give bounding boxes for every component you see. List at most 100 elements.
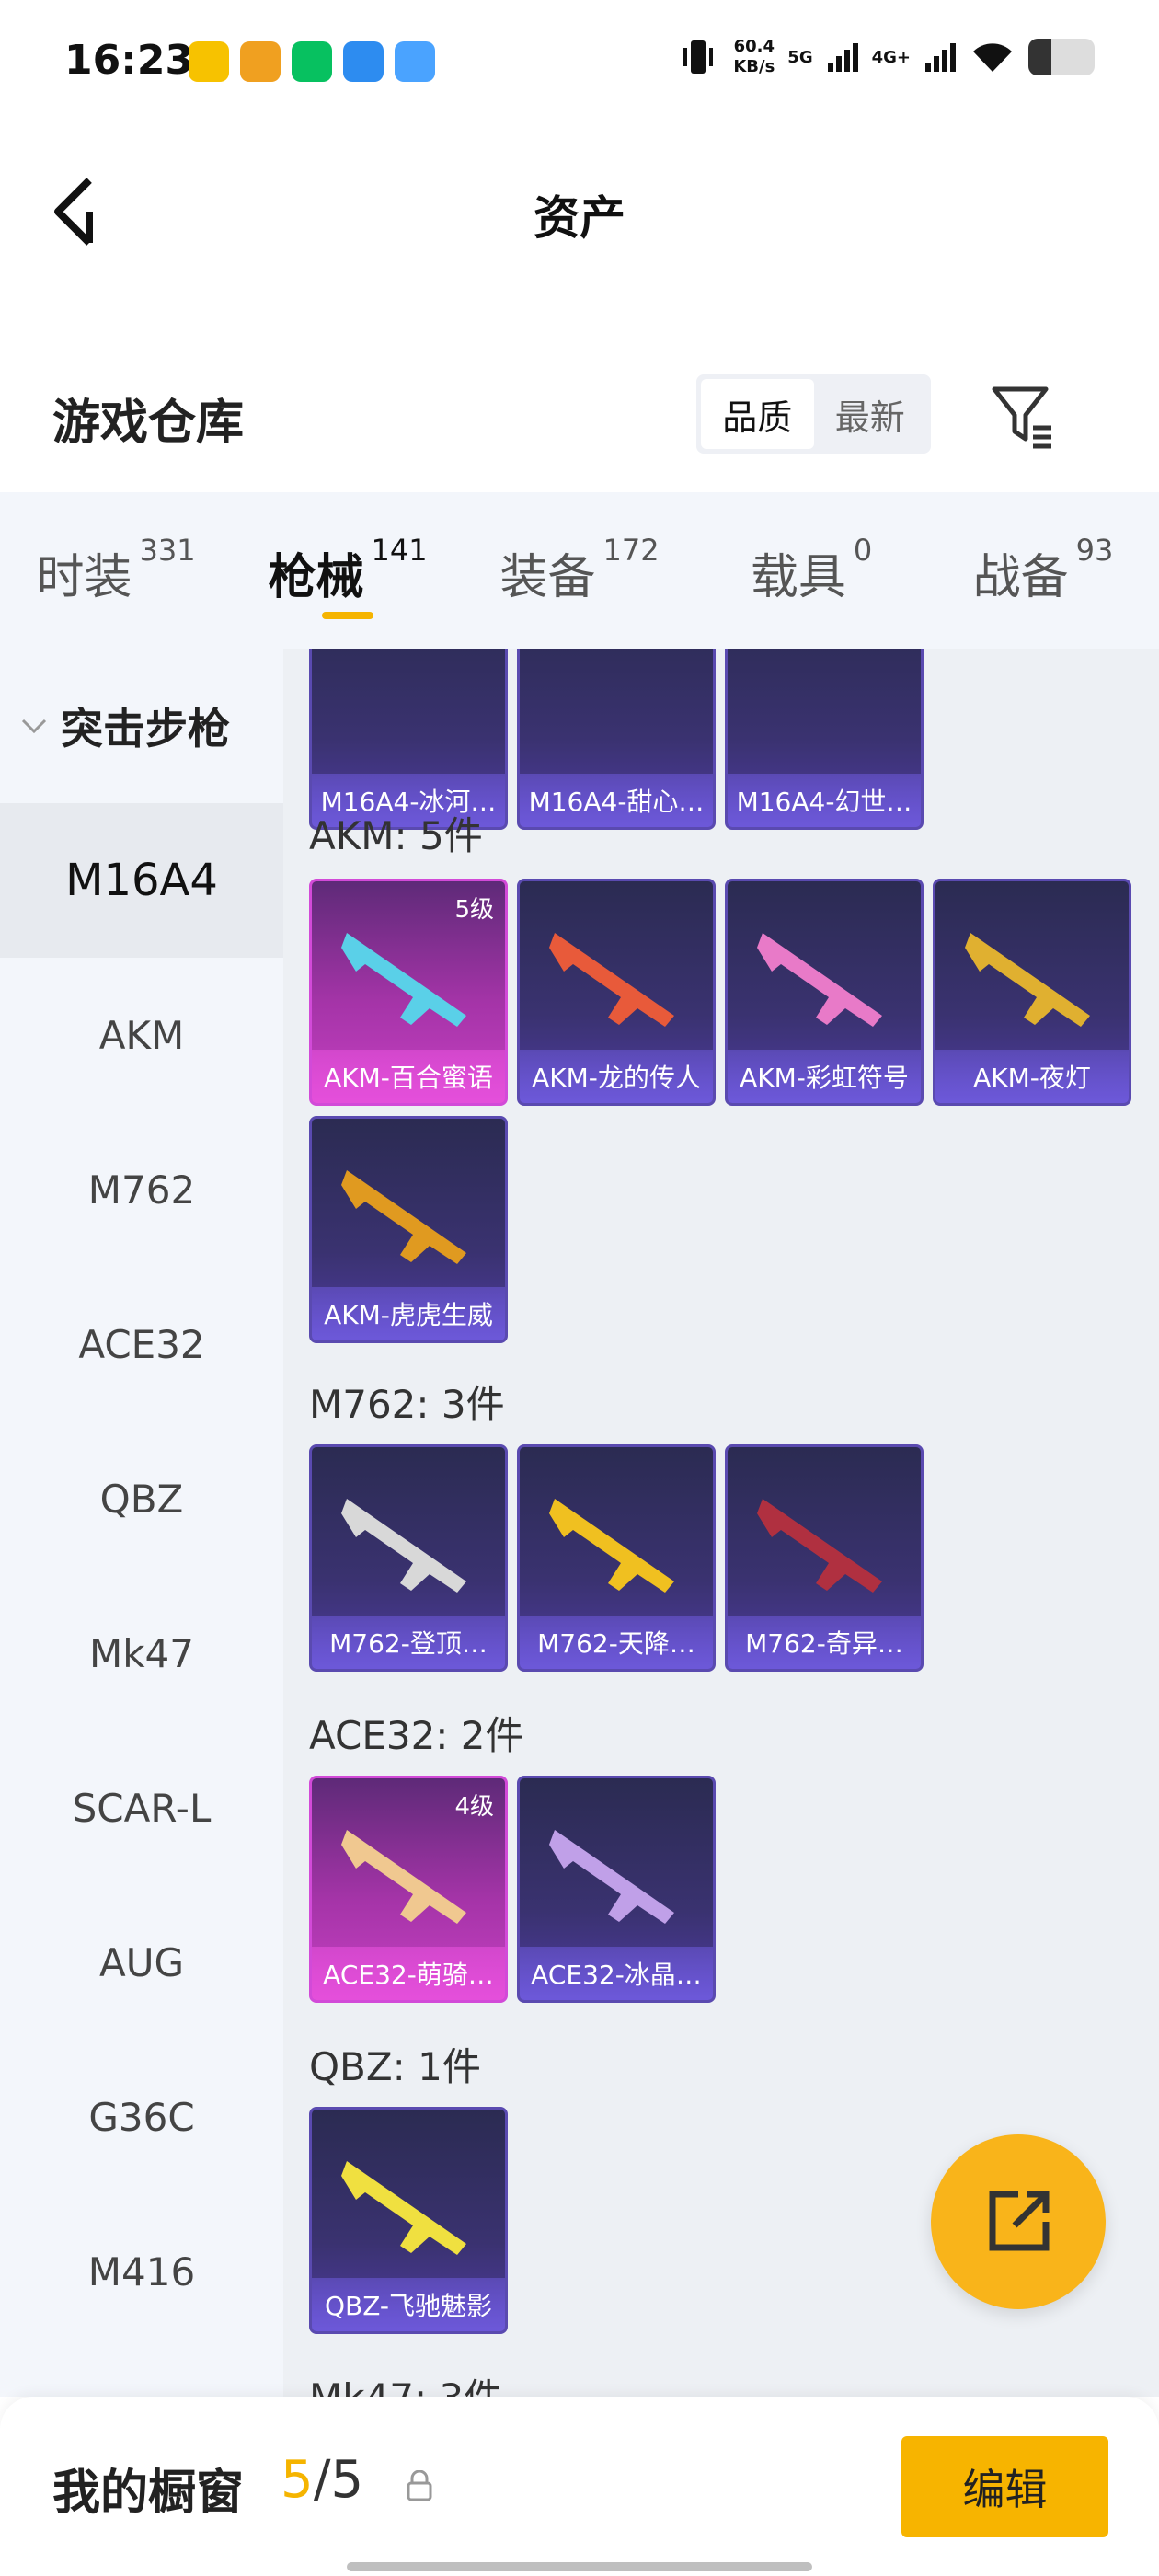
skin-card[interactable]: 5级 AKM-百合蜜语 (309, 879, 508, 1106)
rifle-skin-image (549, 1499, 674, 1593)
sidebar-item-m16a4[interactable]: M16A4 (0, 803, 283, 958)
sidebar-group-assault-rifle[interactable]: 突击步枪 (0, 649, 283, 803)
tab-label: 时装 (36, 550, 132, 605)
sidebar-group-label: 突击步枪 (61, 704, 230, 753)
skin-card[interactable]: ACE32-冰晶… (517, 1776, 716, 2003)
page-title: 资产 (534, 191, 625, 245)
skin-card[interactable]: M762-奇异… (725, 1444, 924, 1672)
tab-combat-gear[interactable]: 战备 93 (927, 492, 1159, 649)
sidebar-item-akm[interactable]: AKM (0, 958, 283, 1112)
tab-equipment[interactable]: 装备 172 (464, 492, 695, 649)
skin-card[interactable]: M762-天降… (517, 1444, 716, 1672)
warehouse-header: 游戏仓库 品质 最新 (0, 363, 1159, 492)
sidebar-item-aug[interactable]: AUG (0, 1885, 283, 2040)
skin-card[interactable]: M762-登顶… (309, 1444, 508, 1672)
tab-count: 331 (139, 533, 196, 568)
skin-card[interactable]: 4级 ACE32-萌骑… (309, 1776, 508, 2003)
chevron-down-icon (21, 719, 47, 734)
home-indicator[interactable] (347, 2562, 812, 2571)
tab-count: 172 (602, 533, 660, 568)
rifle-skin-image (341, 1170, 466, 1264)
sort-toggle: 品质 最新 (696, 374, 931, 454)
net-speed: 60.4 KB/s (733, 37, 775, 77)
showcase-max: 5 (330, 2450, 364, 2510)
sidebar-item-scar-l[interactable]: SCAR-L (0, 1731, 283, 1885)
filter-icon (992, 386, 1051, 449)
tab-label: 战备 (972, 550, 1069, 605)
weapon-type-sidebar: 突击步枪 M16A4 AKM M762 ACE32 QBZ Mk47 SCAR-… (0, 649, 283, 2397)
store-icon (240, 41, 281, 82)
battery-fill (1028, 39, 1052, 75)
sidebar-item-mk47[interactable]: Mk47 (0, 1576, 283, 1731)
status-bar: 16:23 60.4 KB/s 5G 4G+ (0, 0, 1159, 124)
skin-name: AKM-龙的传人 (520, 1050, 713, 1103)
showcase-separator: / (313, 2450, 331, 2510)
section-title-ace32: ACE32: 2件 (309, 1713, 524, 1758)
tab-count: 0 (853, 533, 873, 568)
battery-icon (1028, 39, 1095, 75)
rifle-skin-image (757, 933, 882, 1027)
wifi-icon (973, 43, 1012, 72)
showcase-label: 我的橱窗 (52, 2466, 245, 2521)
app-screen: 16:23 60.4 KB/s 5G 4G+ 资产 游戏仓库 品质 最新 时装 … (0, 0, 1159, 2576)
signal-icon (827, 43, 858, 72)
vibrate-icon (683, 40, 714, 74)
skin-name: AKM-百合蜜语 (312, 1050, 505, 1103)
rifle-skin-image (341, 1830, 466, 1924)
tab-count: 141 (371, 533, 428, 568)
skin-card[interactable]: M16A4-甜心… (517, 649, 716, 830)
sidebar-item-ace32[interactable]: ACE32 (0, 1267, 283, 1421)
skin-name: M16A4-幻世… (728, 774, 921, 827)
share-icon (989, 2191, 1050, 2251)
skin-card[interactable]: M16A4-冰河… (309, 649, 508, 830)
section-title-qbz: QBZ: 1件 (309, 2044, 481, 2089)
signal-5g-label: 5G (787, 47, 813, 67)
showcase-count: 5/5 (281, 2450, 363, 2510)
tab-guns[interactable]: 枪械 141 (232, 492, 464, 649)
sidebar-item-g36c[interactable]: G36C (0, 2040, 283, 2194)
skin-card[interactable]: M16A4-幻世… (725, 649, 924, 830)
lock-icon[interactable] (405, 2470, 434, 2501)
rifle-skin-image (341, 933, 466, 1027)
skin-name: AKM-夜灯 (935, 1050, 1129, 1103)
section-title-akm: AKM: 5件 (309, 813, 483, 858)
rifle-skin-image (341, 1499, 466, 1593)
rifle-skin-image (757, 1499, 882, 1593)
rifle-skin-image (549, 1830, 674, 1924)
skin-name: AKM-彩虹符号 (728, 1050, 921, 1103)
gallery-icon (395, 41, 435, 82)
game-center-icon (189, 41, 229, 82)
skin-card[interactable]: AKM-虎虎生威 (309, 1116, 508, 1343)
signal-icon-2 (925, 43, 956, 72)
skin-name: ACE32-萌骑… (312, 1947, 505, 2000)
edit-button[interactable]: 编辑 (901, 2436, 1108, 2537)
skin-name: AKM-虎虎生威 (312, 1287, 505, 1340)
sidebar-item-m416[interactable]: M416 (0, 2194, 283, 2349)
skin-name: QBZ-飞驰魅影 (312, 2278, 505, 2331)
signal-4g-label: 4G+ (871, 47, 911, 67)
filter-button[interactable] (989, 382, 1058, 451)
skin-name: M762-天降… (520, 1616, 713, 1669)
wechat-icon (292, 41, 332, 82)
sidebar-item-m762[interactable]: M762 (0, 1112, 283, 1267)
status-time: 16:23 (64, 37, 194, 84)
skin-name: M762-奇异… (728, 1616, 921, 1669)
net-speed-value: 60.4 (733, 37, 775, 56)
skin-card[interactable]: QBZ-飞驰魅影 (309, 2107, 508, 2334)
share-button[interactable] (931, 2134, 1106, 2309)
rifle-skin-image (965, 933, 1090, 1027)
rifle-skin-image (549, 933, 674, 1027)
tab-label: 装备 (499, 550, 596, 605)
tab-label: 载具 (750, 550, 846, 605)
sort-quality-option[interactable]: 品质 (701, 379, 814, 449)
skin-card[interactable]: AKM-龙的传人 (517, 879, 716, 1106)
sort-newest-option[interactable]: 最新 (814, 379, 927, 449)
warehouse-title: 游戏仓库 (52, 396, 245, 451)
browser-icon (343, 41, 384, 82)
skin-card[interactable]: AKM-夜灯 (933, 879, 1131, 1106)
tab-vehicles[interactable]: 载具 0 (695, 492, 927, 649)
skin-card[interactable]: AKM-彩虹符号 (725, 879, 924, 1106)
rifle-skin-image (341, 2161, 466, 2255)
sidebar-item-qbz[interactable]: QBZ (0, 1421, 283, 1576)
tab-fashion[interactable]: 时装 331 (0, 492, 232, 649)
